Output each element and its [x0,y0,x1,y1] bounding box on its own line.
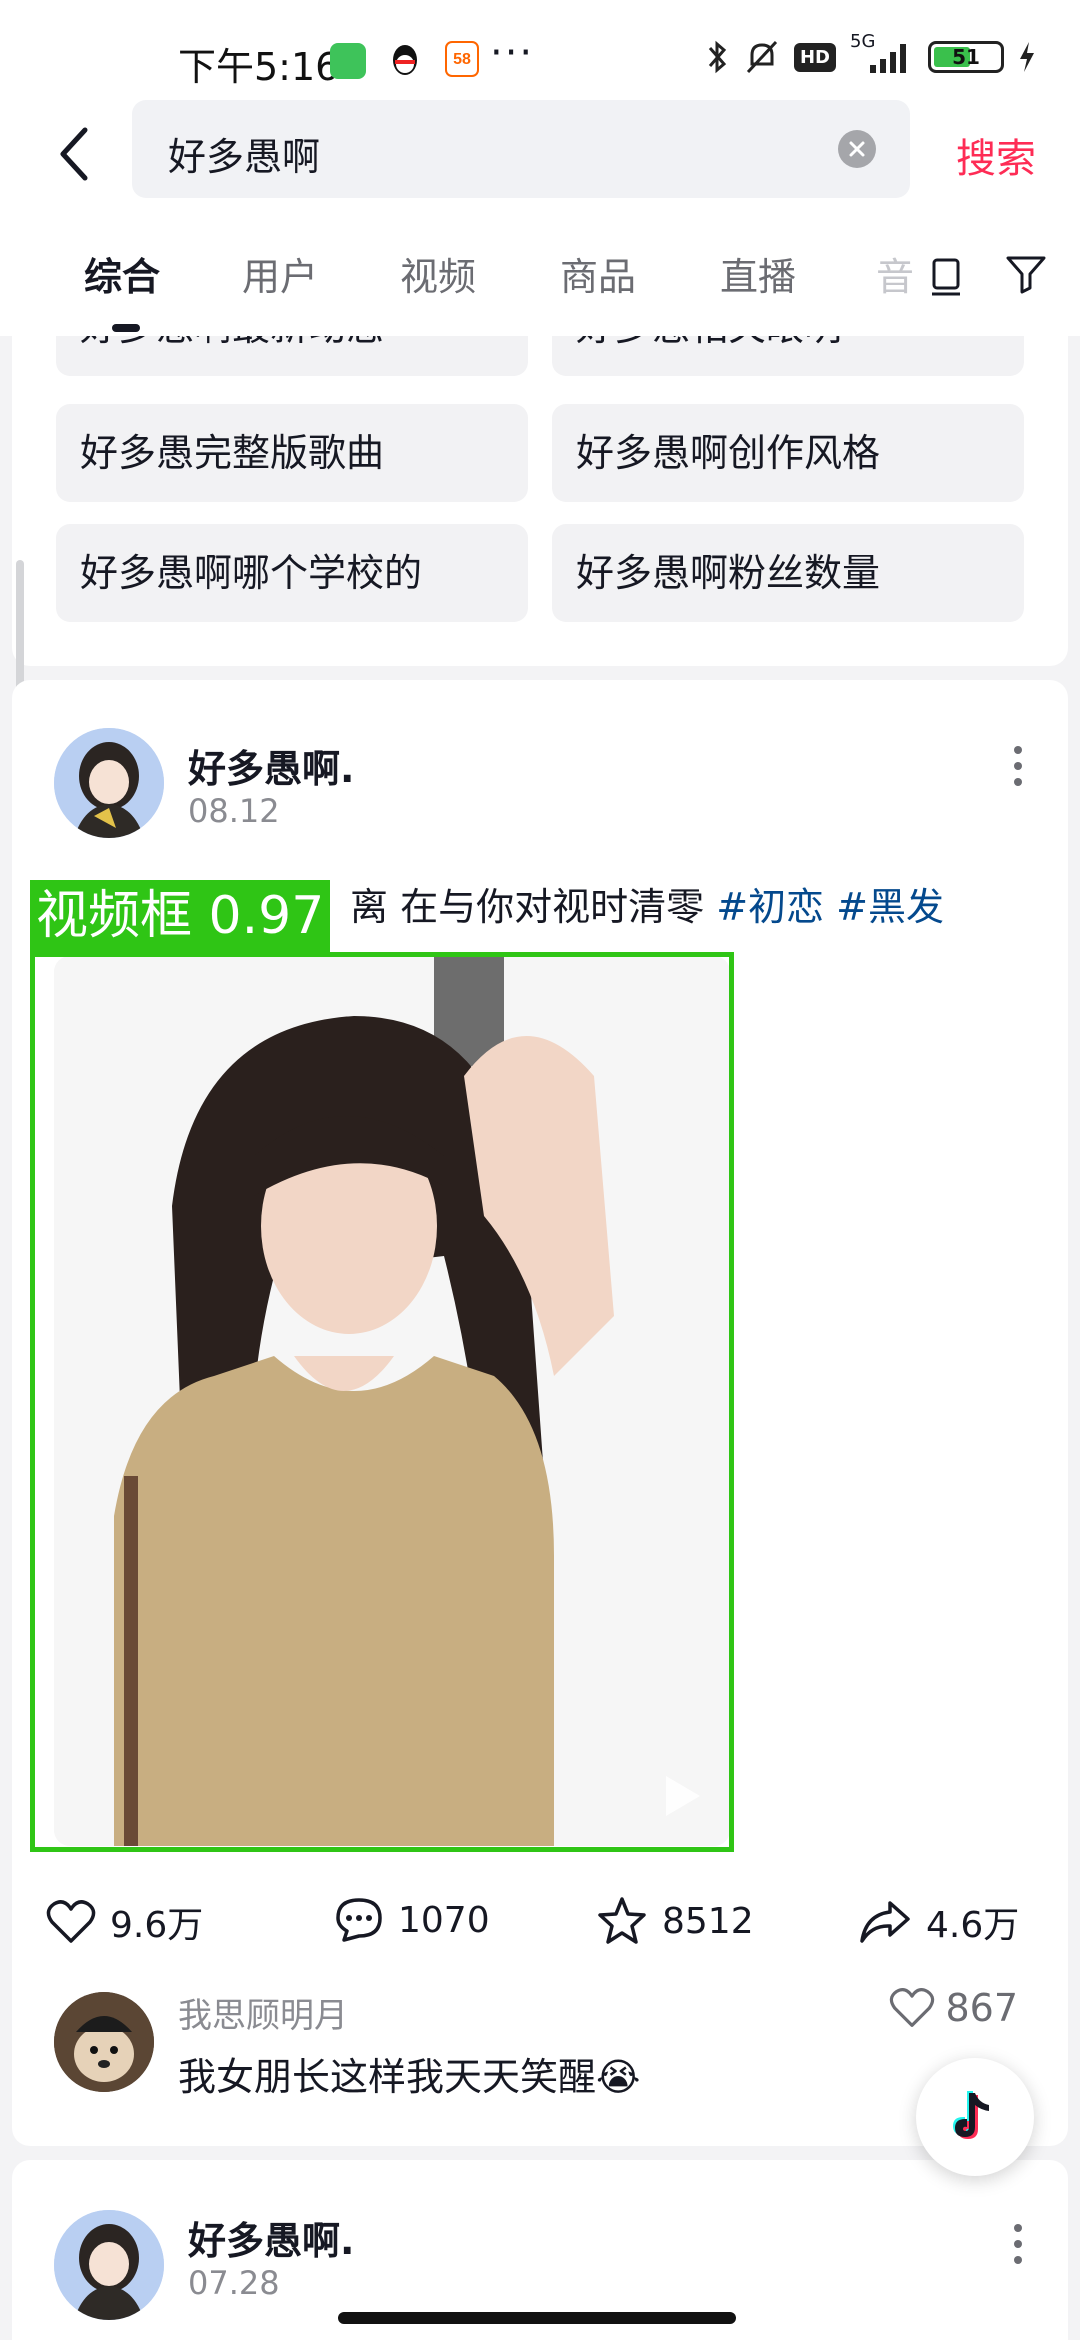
signal-icon: 5G [850,31,914,75]
svg-text:58: 58 [453,51,471,68]
charging-icon [1020,42,1034,72]
suggestion-chip[interactable]: 好多愚啊最新动态 [56,336,528,376]
search-header: 好多愚啊 搜索 [0,96,1080,212]
caption-text: 离 在与你对视时清零 [350,885,705,929]
battery-level: 51 [952,45,980,69]
detection-label: 视频框 0.97 [30,880,331,952]
back-button[interactable] [44,114,104,194]
status-app-icons: 58 [330,40,480,82]
commenter-avatar[interactable] [54,1992,154,2092]
comment-button[interactable]: 1070 [334,1896,490,1944]
author-avatar[interactable] [54,2210,164,2320]
more-options-button[interactable] [998,736,1038,796]
play-icon[interactable] [652,1768,708,1824]
bluetooth-icon [708,40,727,74]
search-button[interactable]: 搜索 [956,126,1036,184]
comment-icon [336,1898,382,1942]
suggestion-chip[interactable]: 好多愚啊创作风格 [552,404,1024,502]
wechat-mini-icon [330,43,366,79]
hashtag-link[interactable]: #初恋 [716,885,824,929]
heart-icon [46,1900,96,1943]
post-date: 08.12 [188,792,280,830]
home-indicator[interactable] [338,2312,736,2324]
suggestion-chip[interactable]: 好多愚相关眼明 [552,336,1024,376]
share-count: 4.6万 [926,1905,1020,1946]
related-searches: 好多愚啊最新动态 好多愚相关眼明 好多愚完整版歌曲 好多愚啊创作风格 好多愚啊哪… [12,336,1068,666]
suggestion-chip[interactable]: 好多愚啊粉丝数量 [552,524,1024,622]
hd-badge: HD [793,42,836,72]
more-options-button[interactable] [998,2214,1038,2274]
tab-videos[interactable]: 视频 [400,246,476,301]
suggestion-chip[interactable]: 好多愚完整版歌曲 [56,404,528,502]
tab-music[interactable]: 音 [876,246,914,301]
search-input[interactable]: 好多愚啊 [132,100,910,198]
tab-live[interactable]: 直播 [720,246,796,301]
layout-switch-icon[interactable] [922,250,970,298]
favorite-button[interactable]: 8512 [596,1896,754,1946]
comment-like-count: 867 [945,1986,1018,2030]
tiktok-logo-icon [953,2091,989,2139]
like-count: 9.6万 [110,1905,204,1946]
hashtag-link[interactable]: #黑发 [836,885,944,929]
post-actions: 9.6万 1070 8512 4.6万 [12,1876,1068,1976]
share-icon [860,1901,910,1943]
douyin-float-button[interactable] [916,2058,1034,2176]
battery-icon: 51 [928,41,1004,73]
share-button[interactable]: 4.6万 [858,1896,1019,1948]
suggestion-chip[interactable]: 好多愚啊哪个学校的 [56,524,528,622]
post-card: 好多愚啊. 08.12 离 在与你对视时清零 #初恋 #黑发 视频框 0.97 … [12,680,1068,2146]
status-time: 下午5:16 [178,45,340,89]
status-more-icon: ··· [490,30,535,76]
author-name[interactable]: 好多愚啊. [188,2210,354,2265]
chevron-left-icon [60,127,88,181]
post-date: 07.28 [188,2264,280,2302]
star-icon [598,1897,646,1944]
like-button[interactable]: 9.6万 [46,1896,203,1948]
qq-icon [388,40,422,82]
comment-text: 我女朋长这样我天天笑醒😭 [178,2055,641,2099]
favorite-count: 8512 [662,1900,754,1942]
filter-icon[interactable] [1002,250,1050,298]
commenter-name[interactable]: 我思顾明月 [178,1988,348,2037]
58-app-icon: 58 [444,40,480,82]
tab-general[interactable]: 综合 [84,246,160,301]
active-tab-indicator [112,324,140,332]
detection-box [30,952,734,1852]
tab-users[interactable]: 用户 [242,246,318,301]
author-name[interactable]: 好多愚啊. [188,738,354,793]
search-tabs: 综合 用户 视频 商品 直播 音 [0,212,1080,336]
search-query: 好多愚啊 [168,135,321,179]
status-indicators: HD 5G 51 [706,31,1036,76]
tab-products[interactable]: 商品 [560,246,636,301]
close-icon [849,141,865,157]
comment-like-button[interactable]: 867 [889,1986,1018,2030]
author-avatar[interactable] [54,728,164,838]
comment-count: 1070 [398,1899,490,1941]
mute-bell-icon [746,40,778,74]
clear-search-button[interactable] [838,130,876,168]
heart-icon [890,1988,935,2027]
